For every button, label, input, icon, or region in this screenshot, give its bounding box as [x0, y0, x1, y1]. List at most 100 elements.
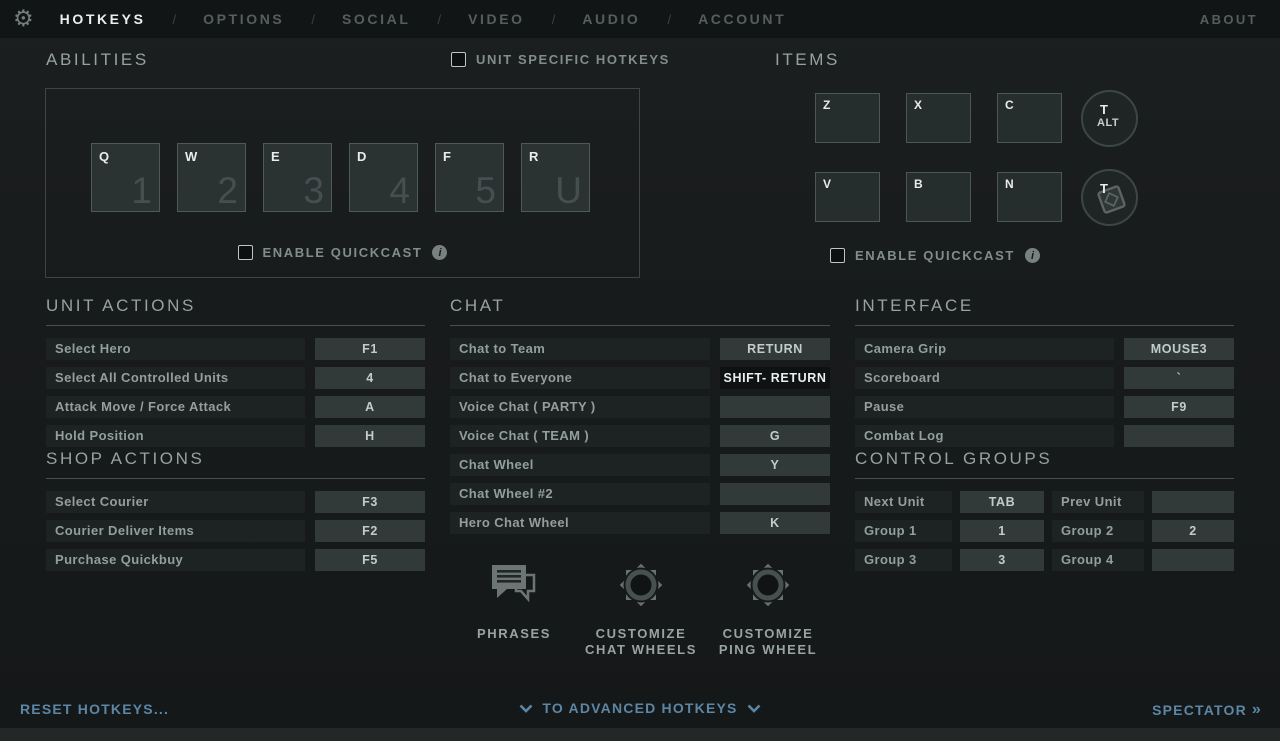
hotkey-button[interactable]: A: [315, 396, 425, 418]
table-row: Voice Chat ( TEAM ) G: [450, 425, 830, 447]
shop-actions-section: SHOP ACTIONS Select Courier F3 Courier D…: [46, 449, 425, 578]
hotkey-button[interactable]: F5: [315, 549, 425, 571]
ability-slot-number: U: [555, 170, 582, 212]
table-row: Attack Move / Force Attack A: [46, 396, 425, 418]
table-row: Chat Wheel #2: [450, 483, 830, 505]
info-icon[interactable]: i: [1025, 248, 1040, 263]
hotkey-button[interactable]: Y: [720, 454, 830, 476]
hotkey-button[interactable]: F3: [315, 491, 425, 513]
hotkey-button[interactable]: MOUSE3: [1124, 338, 1234, 360]
hotkey-button[interactable]: [720, 396, 830, 418]
ability-hotkey: R: [529, 149, 539, 164]
ability-slot-2[interactable]: W 2: [177, 143, 246, 212]
hotkey-button[interactable]: [1152, 549, 1234, 571]
hotkey-button[interactable]: [1124, 425, 1234, 447]
bottom-strip: [0, 728, 1280, 741]
abilities-quickcast-checkbox[interactable]: [238, 245, 253, 260]
ability-slot-5[interactable]: F 5: [435, 143, 504, 212]
action-label: Select All Controlled Units: [46, 367, 305, 389]
unit-specific-hotkeys-toggle[interactable]: UNIT SPECIFIC HOTKEYS: [451, 52, 670, 67]
action-label: Chat to Everyone: [450, 367, 710, 389]
hotkey-button[interactable]: RETURN: [720, 338, 830, 360]
phrases-button[interactable]: PHRASES: [455, 556, 573, 658]
items-quickcast-checkbox[interactable]: [830, 248, 845, 263]
info-icon[interactable]: i: [432, 245, 447, 260]
ability-slot-1[interactable]: Q 1: [91, 143, 160, 212]
item-hotkey: N: [1005, 177, 1014, 191]
to-advanced-hotkeys-label: TO ADVANCED HOTKEYS: [542, 700, 737, 716]
tab-video[interactable]: VIDEO: [468, 11, 525, 27]
table-row: Select Courier F3: [46, 491, 425, 513]
items-quickcast-toggle[interactable]: ENABLE QUICKCAST i: [775, 248, 1095, 263]
hotkey-button[interactable]: 4: [315, 367, 425, 389]
customize-ping-wheel-button[interactable]: CUSTOMIZE PING WHEEL: [709, 556, 827, 658]
action-label: Voice Chat ( TEAM ): [450, 425, 710, 447]
neutral-item-slot-button[interactable]: T: [1081, 169, 1138, 226]
interface-title: INTERFACE: [855, 296, 1234, 316]
nav-separator: /: [437, 12, 441, 27]
table-row: Scoreboard `: [855, 367, 1234, 389]
hotkey-button[interactable]: F9: [1124, 396, 1234, 418]
item-slot-6[interactable]: N: [997, 172, 1062, 222]
ability-slot-4[interactable]: D 4: [349, 143, 418, 212]
ability-slots: Q 1 W 2 E 3 D 4 F 5 R U: [91, 143, 590, 212]
to-advanced-hotkeys-link[interactable]: TO ADVANCED HOTKEYS: [519, 700, 760, 716]
ability-hotkey: D: [357, 149, 367, 164]
control-groups-title: CONTROL GROUPS: [855, 449, 1234, 469]
teleport-slot-button[interactable]: T ALT: [1081, 90, 1138, 147]
tab-account[interactable]: ACCOUNT: [698, 11, 786, 27]
top-nav: ⚙ HOTKEYS / OPTIONS / SOCIAL / VIDEO / A…: [0, 0, 1280, 38]
hotkey-button[interactable]: SHIFT- RETURN: [720, 367, 830, 389]
hotkey-button[interactable]: F1: [315, 338, 425, 360]
table-row: Camera Grip MOUSE3: [855, 338, 1234, 360]
item-hotkey: Z: [823, 98, 830, 112]
nav-separator: /: [311, 12, 315, 27]
hotkey-button[interactable]: 2: [1152, 520, 1234, 542]
unit-actions-title: UNIT ACTIONS: [46, 296, 425, 316]
action-label: Scoreboard: [855, 367, 1114, 389]
hotkey-button[interactable]: [1152, 491, 1234, 513]
ability-hotkey: E: [271, 149, 280, 164]
tab-social[interactable]: SOCIAL: [342, 11, 411, 27]
action-label: Purchase Quickbuy: [46, 549, 305, 571]
customize-chat-wheels-label-line2: CHAT WHEELS: [585, 642, 697, 657]
hotkey-button[interactable]: [720, 483, 830, 505]
wheel-buttons-row: PHRASES CUSTOMIZE CHAT WHEELS: [455, 556, 827, 658]
about-link[interactable]: ABOUT: [1200, 12, 1258, 27]
hotkey-button[interactable]: TAB: [960, 491, 1044, 513]
chevron-down-icon: [519, 704, 533, 713]
spectator-link[interactable]: SPECTATOR »: [1152, 701, 1262, 719]
hotkey-button[interactable]: 1: [960, 520, 1044, 542]
item-slot-5[interactable]: B: [906, 172, 971, 222]
phrases-label: PHRASES: [477, 626, 551, 641]
hotkey-button[interactable]: G: [720, 425, 830, 447]
action-label: Group 2: [1052, 520, 1144, 542]
item-slot-1[interactable]: Z: [815, 93, 880, 143]
table-row: Group 3 3 Group 4: [855, 549, 1234, 571]
hotkey-button[interactable]: `: [1124, 367, 1234, 389]
item-hotkey: C: [1005, 98, 1014, 112]
chat-bubbles-icon: [488, 561, 540, 609]
ability-slot-3[interactable]: E 3: [263, 143, 332, 212]
tab-hotkeys[interactable]: HOTKEYS: [60, 11, 146, 27]
item-slots-row-2: V B N: [815, 172, 1062, 222]
item-slot-3[interactable]: C: [997, 93, 1062, 143]
tab-audio[interactable]: AUDIO: [582, 11, 640, 27]
ability-slot-number: 3: [303, 170, 324, 212]
ability-slot-ultimate[interactable]: R U: [521, 143, 590, 212]
tab-options[interactable]: OPTIONS: [203, 11, 284, 27]
hotkey-button[interactable]: K: [720, 512, 830, 534]
hotkey-button[interactable]: F2: [315, 520, 425, 542]
shop-actions-title: SHOP ACTIONS: [46, 449, 425, 469]
table-row: Combat Log: [855, 425, 1234, 447]
hotkey-button[interactable]: H: [315, 425, 425, 447]
table-row: Voice Chat ( PARTY ): [450, 396, 830, 418]
item-slot-4[interactable]: V: [815, 172, 880, 222]
abilities-title: ABILITIES: [46, 50, 149, 70]
hotkey-button[interactable]: 3: [960, 549, 1044, 571]
customize-chat-wheels-button[interactable]: CUSTOMIZE CHAT WHEELS: [582, 556, 700, 658]
item-slot-2[interactable]: X: [906, 93, 971, 143]
unit-specific-checkbox[interactable]: [451, 52, 466, 67]
table-row: Chat to Everyone SHIFT- RETURN: [450, 367, 830, 389]
abilities-quickcast-toggle[interactable]: ENABLE QUICKCAST i: [46, 245, 639, 260]
